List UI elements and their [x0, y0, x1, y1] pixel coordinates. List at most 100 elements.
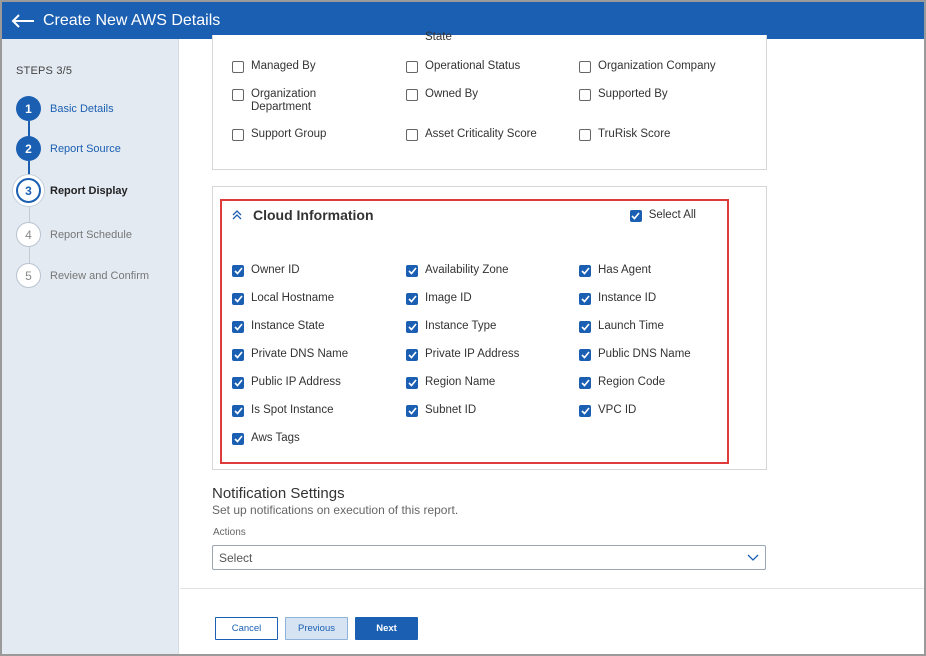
step-number: 3	[16, 178, 41, 203]
step-review-and-confirm[interactable]: 5 Review and Confirm	[16, 263, 149, 288]
checkbox-label: Organization Department	[251, 88, 317, 113]
previous-button[interactable]: Previous	[285, 617, 348, 640]
checkbox-asset-criticality-score[interactable]: Asset Criticality Score	[406, 128, 537, 141]
checkbox-private-dns-name[interactable]: Private DNS Name	[232, 348, 348, 361]
checkbox-organization-company[interactable]: Organization Company	[579, 60, 716, 73]
checkbox-support-group[interactable]: Support Group	[232, 128, 326, 141]
checkbox-region-name[interactable]: Region Name	[406, 376, 495, 389]
checkbox-public-dns-name[interactable]: Public DNS Name	[579, 348, 691, 361]
checkbox-has-agent[interactable]: Has Agent	[579, 264, 651, 277]
checkbox[interactable]	[406, 61, 418, 73]
step-label: Basic Details	[50, 102, 114, 115]
actions-label: Actions	[213, 527, 246, 538]
checkbox-label: Public IP Address	[251, 376, 341, 388]
divider	[180, 588, 924, 589]
checkbox-label: Aws Tags	[251, 432, 300, 444]
checkbox-public-ip-address[interactable]: Public IP Address	[232, 376, 341, 389]
checkbox-private-ip-address[interactable]: Private IP Address	[406, 348, 519, 361]
checkbox-item[interactable]: State	[406, 31, 452, 44]
checkbox[interactable]	[406, 265, 418, 277]
checkbox[interactable]	[406, 89, 418, 101]
actions-select[interactable]: Select	[212, 545, 766, 570]
checkbox-label: Organization Company	[598, 60, 716, 72]
step-number: 5	[16, 263, 41, 288]
steps-sidebar: STEPS 3/5 1 Basic Details 2 Report Sourc…	[2, 39, 179, 654]
checkbox-label: Region Code	[598, 376, 666, 388]
notification-settings-title: Notification Settings	[212, 485, 345, 502]
checkbox-managed-by[interactable]: Managed By	[232, 60, 316, 73]
checkbox-label: Public DNS Name	[598, 348, 691, 360]
checkbox[interactable]	[232, 349, 244, 361]
checkbox[interactable]	[232, 89, 244, 101]
header-bar: Create New AWS Details	[2, 2, 924, 39]
checkbox-label: Launch Time	[598, 320, 664, 332]
main-content: State Managed By Operational Status Organi…	[180, 31, 924, 654]
checkbox-image-id[interactable]: Image ID	[406, 292, 472, 305]
checkbox-label: Instance State	[251, 320, 325, 332]
checkbox-local-hostname[interactable]: Local Hostname	[232, 292, 334, 305]
chevron-down-icon	[747, 551, 759, 565]
checkbox[interactable]	[232, 433, 244, 445]
checkbox[interactable]	[406, 129, 418, 141]
checkbox-label: Availability Zone	[425, 264, 509, 276]
checkbox[interactable]	[232, 405, 244, 417]
step-basic-details[interactable]: 1 Basic Details	[16, 96, 114, 121]
checkbox[interactable]	[232, 293, 244, 305]
checkbox[interactable]	[579, 405, 591, 417]
checkbox-subnet-id[interactable]: Subnet ID	[406, 404, 476, 417]
checkbox[interactable]	[406, 293, 418, 305]
checkbox[interactable]	[232, 61, 244, 73]
checkbox[interactable]	[579, 377, 591, 389]
checkbox[interactable]	[579, 129, 591, 141]
checkbox-operational-status[interactable]: Operational Status	[406, 60, 520, 73]
checkbox[interactable]	[579, 293, 591, 305]
checkbox[interactable]	[406, 349, 418, 361]
checkbox-label: Supported By	[598, 88, 668, 100]
checkbox-label: Managed By	[251, 60, 316, 72]
checkbox-instance-id[interactable]: Instance ID	[579, 292, 656, 305]
checkbox[interactable]	[579, 321, 591, 333]
step-report-schedule[interactable]: 4 Report Schedule	[16, 222, 132, 247]
checkbox-owned-by[interactable]: Owned By	[406, 88, 478, 101]
checkbox[interactable]	[232, 321, 244, 333]
step-label: Report Source	[50, 142, 121, 155]
checkbox-organization-department[interactable]: Organization Department	[232, 88, 341, 114]
step-report-display[interactable]: 3 Report Display	[16, 178, 128, 203]
checkbox[interactable]	[406, 377, 418, 389]
checkbox-launch-time[interactable]: Launch Time	[579, 320, 664, 333]
checkbox-availability-zone[interactable]: Availability Zone	[406, 264, 509, 277]
cancel-button[interactable]: Cancel	[215, 617, 278, 640]
cloud-information-header[interactable]: Cloud Information	[231, 207, 374, 223]
checkbox[interactable]	[629, 210, 642, 222]
checkbox[interactable]	[232, 129, 244, 141]
checkbox[interactable]	[406, 321, 418, 333]
checkbox-aws-tags[interactable]: Aws Tags	[232, 432, 300, 445]
select-all-checkbox[interactable]: Select All	[629, 209, 696, 222]
checkbox[interactable]	[232, 265, 244, 277]
checkbox[interactable]	[579, 265, 591, 277]
checkbox-instance-type[interactable]: Instance Type	[406, 320, 496, 333]
checkbox-region-code[interactable]: Region Code	[579, 376, 665, 389]
checkbox-owner-id[interactable]: Owner ID	[232, 264, 300, 277]
checkbox-label: VPC ID	[598, 404, 637, 416]
checkbox-trurisk-score[interactable]: TruRisk Score	[579, 128, 670, 141]
checkbox-instance-state[interactable]: Instance State	[232, 320, 325, 333]
notification-settings-subtitle: Set up notifications on execution of thi…	[212, 503, 459, 517]
back-arrow-icon[interactable]	[11, 11, 37, 31]
checkbox[interactable]	[579, 349, 591, 361]
checkbox-vpc-id[interactable]: VPC ID	[579, 404, 636, 417]
checkbox[interactable]	[406, 405, 418, 417]
checkbox[interactable]	[232, 377, 244, 389]
checkbox[interactable]	[579, 61, 591, 73]
next-button[interactable]: Next	[355, 617, 418, 640]
checkbox-is-spot-instance[interactable]: Is Spot Instance	[232, 404, 333, 417]
checkbox-label: Image ID	[425, 292, 472, 304]
checkbox-label: Support Group	[251, 128, 327, 140]
cloud-information-panel: Cloud Information Select All Owner ID Ava…	[212, 186, 767, 470]
step-label: Report Display	[50, 184, 128, 197]
checkbox-supported-by[interactable]: Supported By	[579, 88, 668, 101]
step-report-source[interactable]: 2 Report Source	[16, 136, 121, 161]
chevron-up-icon[interactable]	[231, 210, 243, 220]
checkbox[interactable]	[579, 89, 591, 101]
checkbox-label: Owned By	[425, 88, 479, 100]
